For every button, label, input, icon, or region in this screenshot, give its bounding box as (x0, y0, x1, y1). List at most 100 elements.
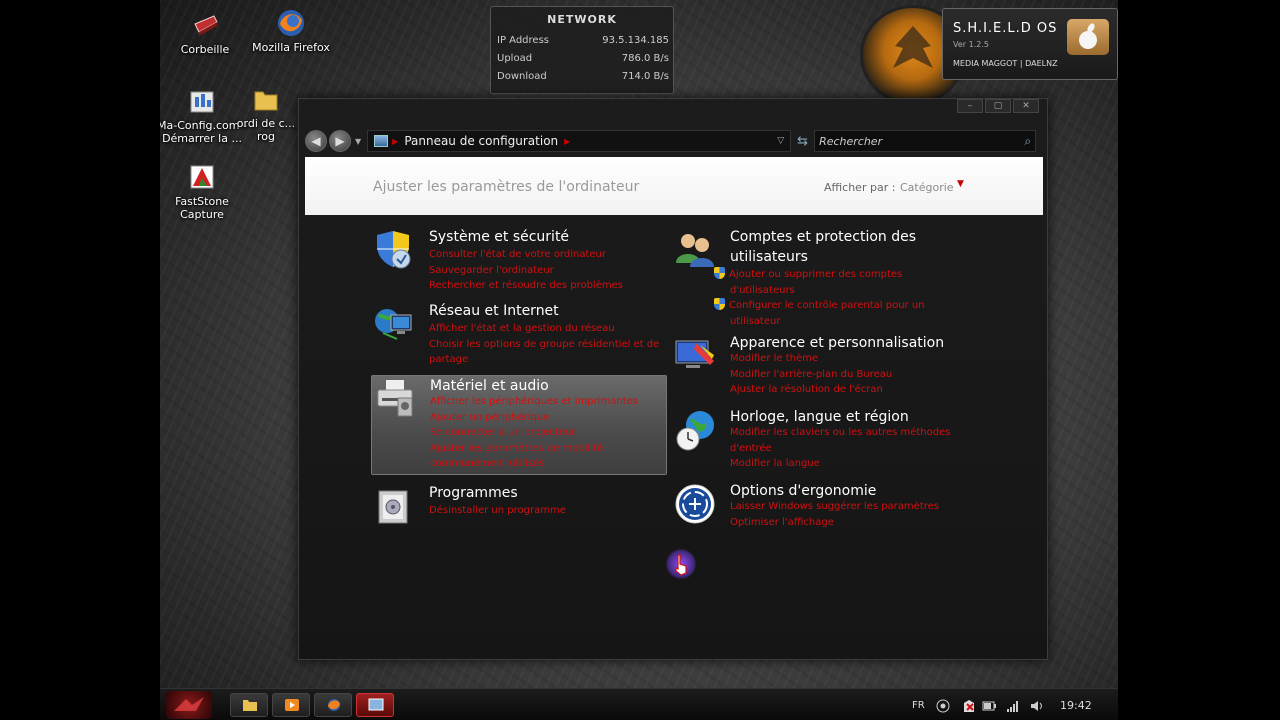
taskbar-firefox-button[interactable] (314, 693, 352, 717)
tray-record-icon[interactable] (936, 699, 950, 713)
programs-icon[interactable] (373, 485, 415, 527)
task-link[interactable]: Modifier l'arrière-plan du Bureau (730, 367, 968, 383)
category-title[interactable]: Options d'ergonomie (730, 481, 960, 501)
faststone-icon (187, 162, 217, 192)
task-link[interactable]: Choisir les options de groupe résidentie… (429, 337, 667, 368)
navigation-bar: ◀ ▶ ▼ ▶ Panneau de configuration ▶ ▽ ⇆ ⌕ (305, 129, 1043, 153)
shield-icon (714, 298, 725, 310)
printer-icon[interactable] (374, 376, 416, 418)
shield-icon[interactable] (373, 229, 415, 271)
taskbar-control-panel-button[interactable] (356, 693, 394, 717)
desktop-icon-ma-config[interactable]: Ma-Config.com - Démarrer la ... (160, 86, 247, 145)
category-network-internet: Réseau et Internet Afficher l'état et la… (371, 301, 667, 365)
close-button[interactable]: ✕ (1013, 99, 1039, 113)
shield-os-panel: S.H.I.E.L.D OS Ver 1.2.5 MEDIA MAGGOT | … (942, 8, 1118, 80)
category-appearance: Apparence et personnalisation Modifier l… (672, 333, 968, 395)
category-ease-of-access: Options d'ergonomie Laisser Windows sugg… (672, 481, 968, 529)
taskbar-media-player-button[interactable] (272, 693, 310, 717)
task-link[interactable]: Modifier la langue (730, 456, 968, 472)
task-link[interactable]: Consulter l'état de votre ordinateur (429, 247, 667, 263)
clock-globe-icon[interactable] (674, 409, 716, 451)
task-link[interactable]: Ajouter ou supprimer des comptes d'utili… (714, 267, 968, 298)
category-title[interactable]: Système et sécurité (429, 227, 659, 247)
network-signal-icon[interactable] (1006, 699, 1020, 713)
search-input[interactable] (819, 134, 1025, 148)
task-link[interactable]: Sauvegarder l'ordinateur (429, 263, 667, 279)
ease-of-access-icon[interactable] (674, 483, 716, 525)
search-icon[interactable]: ⌕ (1024, 134, 1031, 149)
category-title[interactable]: Matériel et audio (430, 376, 660, 396)
category-links: Modifier le thème Modifier l'arrière-pla… (730, 351, 968, 398)
task-link[interactable]: Afficher l'état et la gestion du réseau (429, 321, 667, 337)
task-link[interactable]: Modifier les claviers ou les autres méth… (730, 425, 968, 456)
network-row-label: Upload (497, 53, 533, 64)
category-links: Afficher les périphériques et imprimante… (430, 394, 668, 472)
task-link[interactable]: Laisser Windows suggérer les paramètres (730, 499, 968, 515)
minimize-button[interactable]: – (957, 99, 983, 113)
start-button[interactable] (166, 691, 212, 719)
shield-os-title: S.H.I.E.L.D OS (953, 21, 1058, 36)
taskbar-explorer-button[interactable] (230, 693, 268, 717)
view-by-select[interactable]: Catégorie (900, 181, 954, 194)
breadcrumb-arrow-icon[interactable]: ▶ (564, 137, 570, 146)
search-box[interactable]: ⌕ (814, 130, 1037, 152)
users-icon[interactable] (674, 229, 716, 271)
view-by-label: Afficher par : (824, 181, 896, 194)
task-link[interactable]: Ajouter un périphérique (430, 410, 668, 426)
desktop-icon-label: ordi de c... rog (236, 117, 296, 143)
address-dropdown-icon[interactable]: ▽ (777, 136, 784, 146)
page-header: Ajuster les paramètres de l'ordinateur A… (305, 157, 1043, 215)
task-link-label[interactable]: Ajouter ou supprimer des comptes d'utili… (729, 269, 902, 296)
task-link[interactable]: Ajuster les paramètres de mobilité (430, 441, 668, 457)
action-center-icon[interactable] (962, 699, 976, 713)
forward-button[interactable]: ▶ (329, 130, 351, 152)
back-button[interactable]: ◀ (305, 130, 327, 152)
clock[interactable]: 19:42 (1060, 699, 1092, 712)
task-link[interactable]: Ajuster la résolution de l'écran (730, 382, 968, 398)
network-row-value: 786.0 B/s (621, 53, 669, 64)
breadcrumb-arrow-icon[interactable]: ▶ (392, 137, 398, 146)
category-title[interactable]: Programmes (429, 483, 659, 503)
task-link[interactable]: Rechercher et résoudre des problèmes (429, 278, 667, 294)
network-row-label: Download (497, 71, 547, 82)
desktop-icon-folder[interactable]: ordi de c... rog (236, 84, 296, 143)
breadcrumb[interactable]: Panneau de configuration (404, 134, 558, 148)
desktop: Corbeille Mozilla Firefox Ma-Config.com … (160, 0, 1118, 720)
category-title[interactable]: Apparence et personnalisation (730, 333, 960, 353)
battery-icon[interactable] (982, 699, 996, 713)
desktop-icon-label: Ma-Config.com - Démarrer la ... (160, 119, 247, 145)
task-link[interactable]: Modifier le thème (730, 351, 968, 367)
desktop-icon-recycle-bin[interactable]: Corbeille (160, 10, 250, 56)
network-row-value: 714.0 B/s (621, 71, 669, 82)
task-link[interactable]: Optimiser l'affichage (730, 515, 968, 531)
category-title[interactable]: Horloge, langue et région (730, 407, 960, 427)
language-indicator[interactable]: FR (912, 700, 925, 711)
network-widget: NETWORK IP Address 93.5.134.185 Upload 7… (490, 6, 674, 94)
category-user-accounts: Comptes et protection des utilisateurs A… (672, 227, 968, 327)
category-title[interactable]: Comptes et protection des utilisateurs (730, 227, 960, 267)
desktop-icon-faststone[interactable]: FastStone Capture (160, 162, 247, 221)
task-link[interactable]: Désinstaller un programme (429, 503, 667, 519)
chevron-down-icon[interactable]: ▼ (957, 179, 964, 189)
history-dropdown-icon[interactable]: ▼ (355, 137, 361, 146)
task-link-label[interactable]: Configurer le contrôle parental pour un … (729, 300, 925, 327)
network-row: Upload 786.0 B/s (491, 53, 673, 64)
volume-icon[interactable] (1030, 699, 1044, 713)
maximize-button[interactable]: ▢ (985, 99, 1011, 113)
folder-icon (242, 698, 258, 712)
task-link[interactable]: communément utilisés (430, 456, 668, 472)
task-link[interactable]: Configurer le contrôle parental pour un … (714, 298, 968, 329)
letterbox-right (1118, 0, 1280, 720)
appearance-icon[interactable] (674, 335, 716, 377)
desktop-icon-firefox[interactable]: Mozilla Firefox (246, 8, 336, 54)
address-bar[interactable]: ▶ Panneau de configuration ▶ ▽ (367, 130, 792, 152)
task-link[interactable]: Se connecter à un projecteur (430, 425, 668, 441)
category-links: Consulter l'état de votre ordinateur Sau… (429, 247, 667, 294)
control-panel-window: – ▢ ✕ ◀ ▶ ▼ ▶ Panneau de configuration ▶… (298, 98, 1048, 660)
refresh-icon[interactable]: ⇆ (797, 134, 808, 149)
network-row: IP Address 93.5.134.185 (491, 35, 673, 46)
task-link[interactable]: Afficher les périphériques et imprimante… (430, 394, 668, 410)
network-icon[interactable] (373, 303, 415, 345)
category-title[interactable]: Réseau et Internet (429, 301, 659, 321)
control-panel-icon (368, 698, 384, 712)
